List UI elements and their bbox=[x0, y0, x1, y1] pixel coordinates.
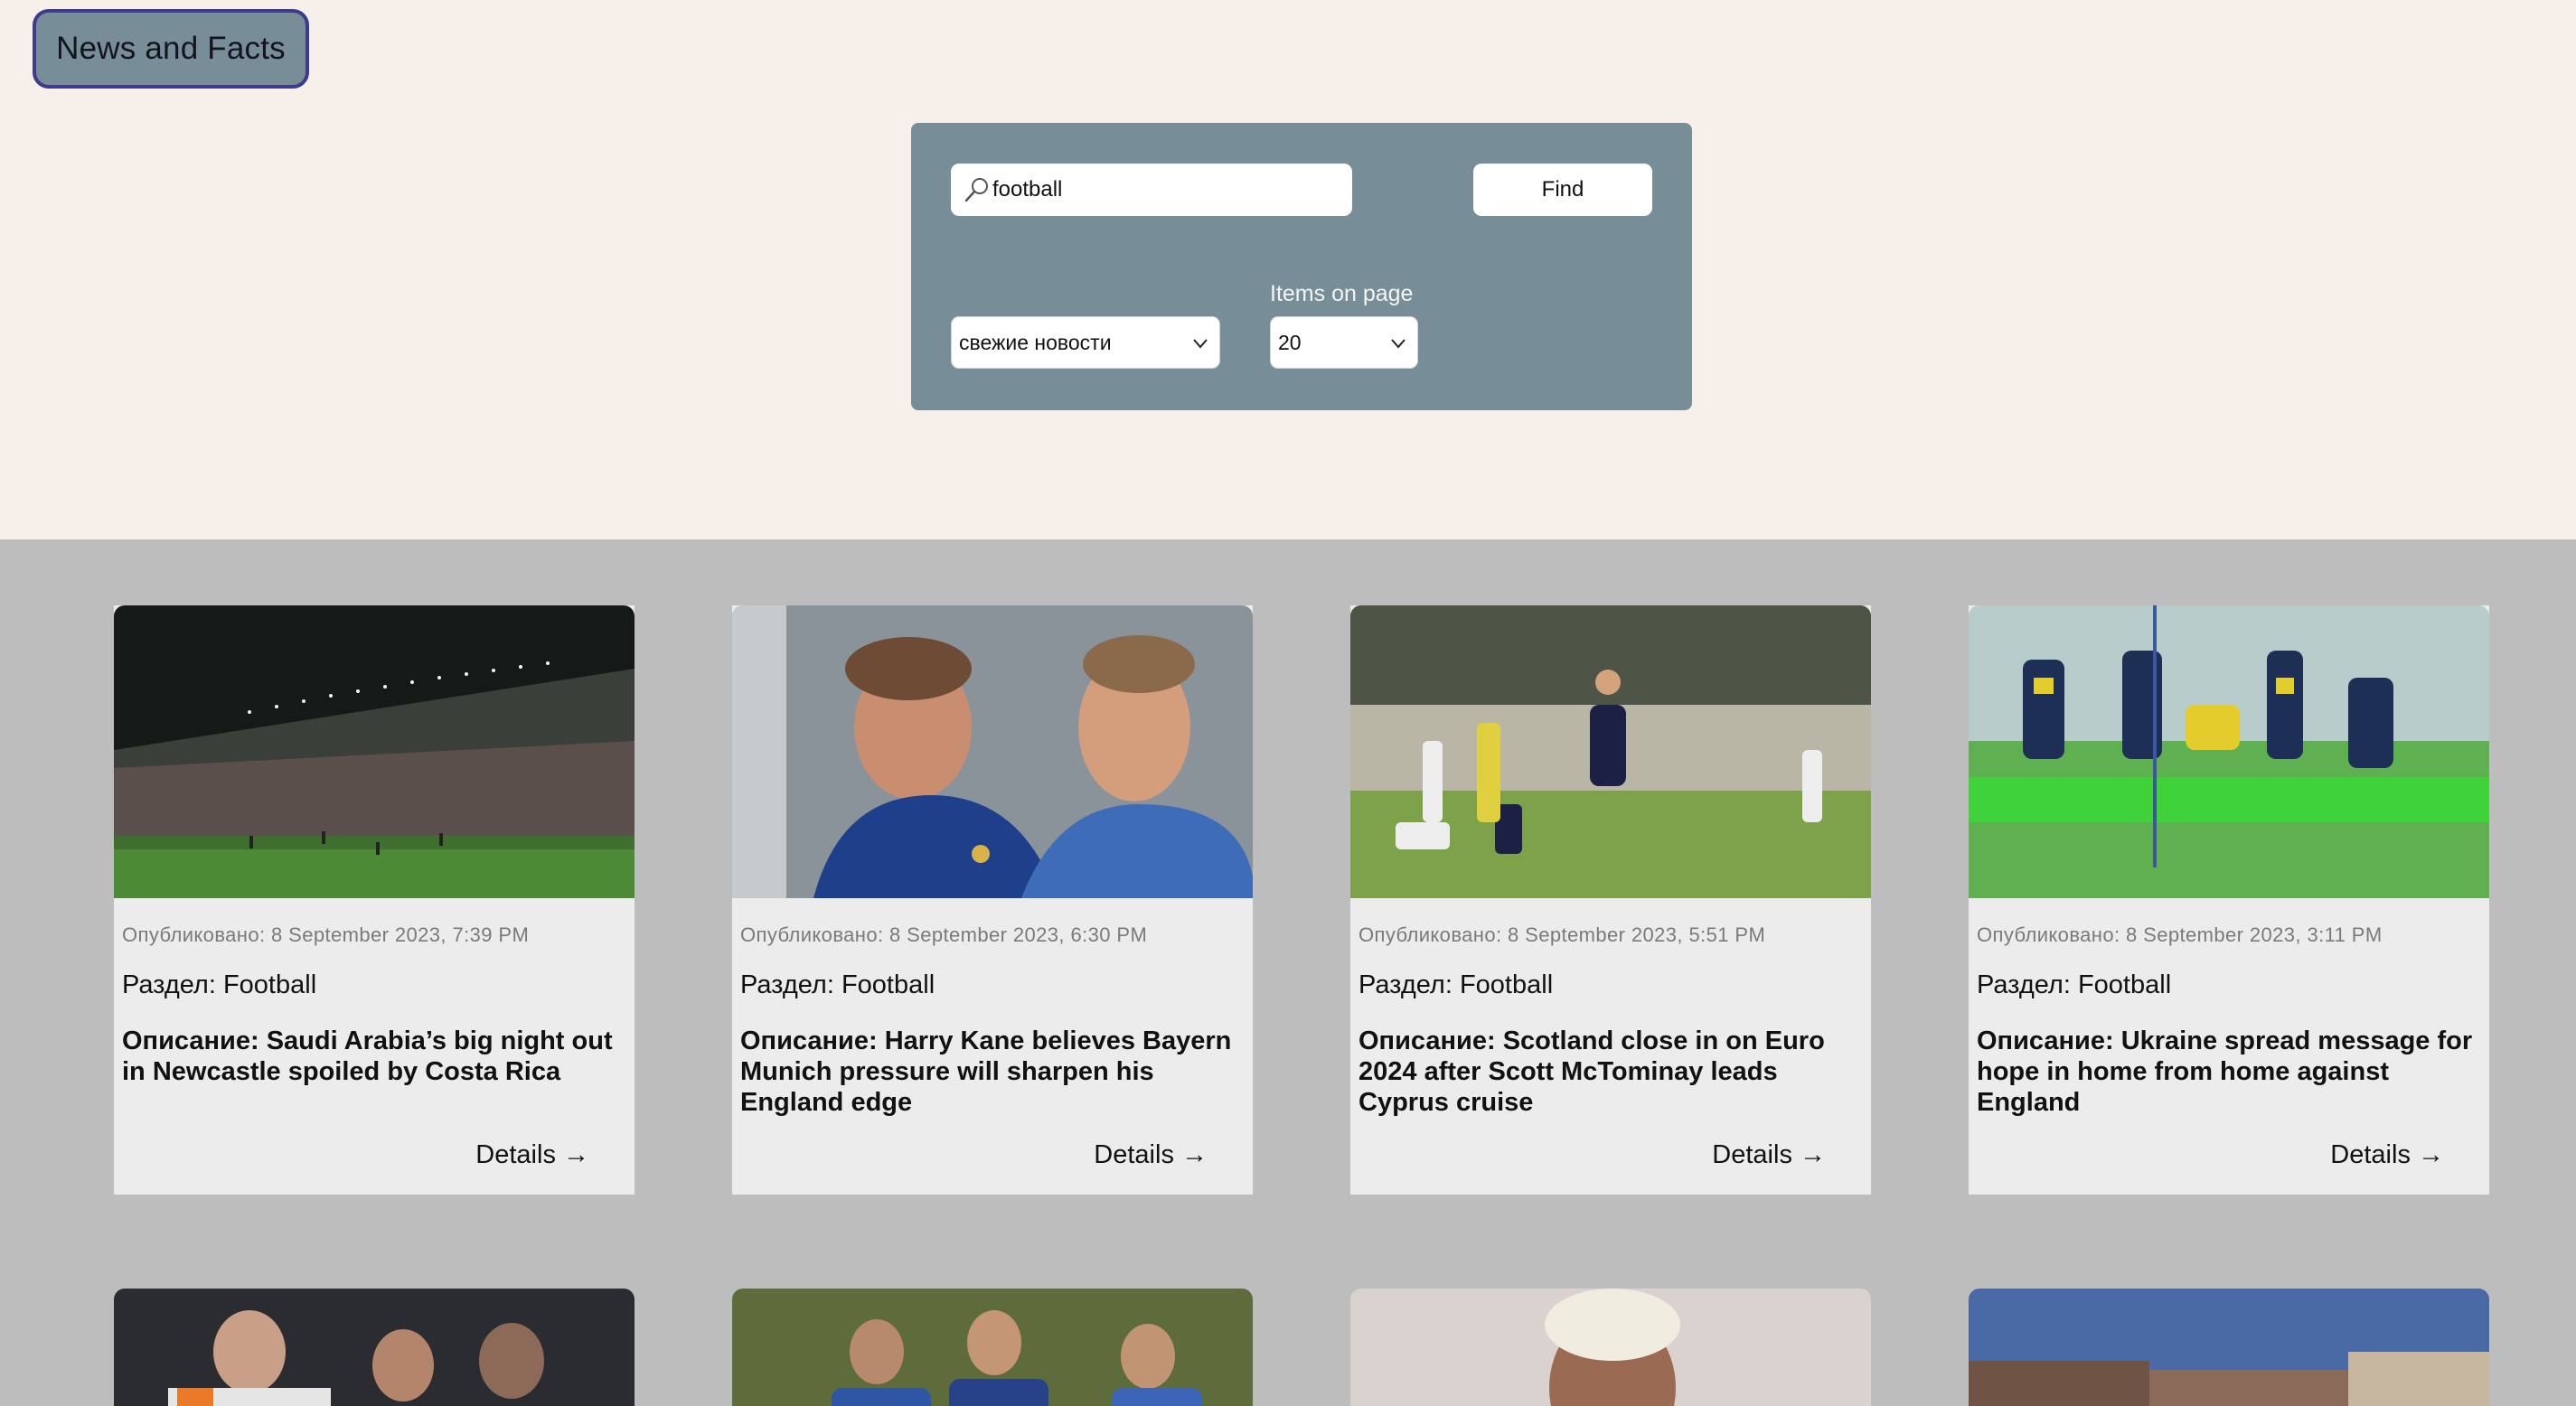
find-button[interactable]: Find bbox=[1473, 164, 1652, 216]
search-panel: Find Items on page свежие новости 20 bbox=[911, 123, 1692, 410]
news-image[interactable] bbox=[1969, 605, 2489, 898]
news-card-image-partial[interactable] bbox=[114, 1289, 635, 1406]
news-image[interactable] bbox=[114, 605, 635, 898]
search-field[interactable] bbox=[951, 164, 1352, 216]
details-link[interactable]: Details → bbox=[1094, 1140, 1208, 1170]
description: Описание: Scotland close in on Euro 2024… bbox=[1359, 1026, 1825, 1117]
search-input[interactable] bbox=[992, 171, 1340, 209]
news-card-image-partial[interactable] bbox=[1969, 1289, 2489, 1406]
news-card-image-partial[interactable] bbox=[1350, 1289, 1871, 1406]
news-card: Опубликовано: 8 September 2023, 5:51 PM … bbox=[1350, 605, 1871, 1195]
items-on-page-select[interactable]: 20 bbox=[1270, 316, 1418, 369]
published-date: Опубликовано: 8 September 2023, 6:30 PM bbox=[740, 923, 1148, 946]
chevron-down-icon bbox=[1193, 339, 1208, 349]
sort-select[interactable]: свежие новости bbox=[951, 316, 1220, 369]
news-card-image-partial[interactable] bbox=[732, 1289, 1253, 1406]
section-label: Раздел: Football bbox=[740, 970, 935, 999]
description: Описание: Harry Kane believes Bayern Mun… bbox=[740, 1026, 1232, 1117]
section-label: Раздел: Football bbox=[1359, 970, 1554, 999]
sort-select-value: свежие новости bbox=[959, 330, 1112, 354]
site-logo[interactable]: News and Facts bbox=[33, 9, 309, 89]
published-date: Опубликовано: 8 September 2023, 5:51 PM bbox=[1359, 923, 1766, 946]
news-card: Опубликовано: 8 September 2023, 3:11 PM … bbox=[1969, 605, 2489, 1195]
news-card: Опубликовано: 8 September 2023, 7:39 PM … bbox=[114, 605, 635, 1195]
section-label: Раздел: Football bbox=[122, 970, 317, 999]
news-card: Опубликовано: 8 September 2023, 6:30 PM … bbox=[732, 605, 1253, 1195]
published-date: Опубликовано: 8 September 2023, 7:39 PM bbox=[122, 923, 530, 946]
details-link[interactable]: Details → bbox=[1712, 1140, 1826, 1170]
description: Описание: Saudi Arabia’s big night out i… bbox=[122, 1026, 613, 1086]
search-icon bbox=[964, 178, 988, 202]
published-date: Опубликовано: 8 September 2023, 3:11 PM bbox=[1977, 923, 2383, 946]
details-link[interactable]: Details → bbox=[475, 1140, 589, 1170]
items-on-page-label: Items on page bbox=[1270, 281, 1414, 306]
chevron-down-icon bbox=[1391, 339, 1406, 349]
news-image[interactable] bbox=[732, 605, 1253, 898]
section-label: Раздел: Football bbox=[1977, 970, 2172, 999]
news-image[interactable] bbox=[1350, 605, 1871, 898]
items-on-page-value: 20 bbox=[1278, 330, 1302, 354]
details-link[interactable]: Details → bbox=[2330, 1140, 2444, 1170]
header-area: News and Facts Find Items on page свежие… bbox=[0, 0, 2576, 539]
description: Описание: Ukraine spread message for hop… bbox=[1977, 1026, 2473, 1117]
